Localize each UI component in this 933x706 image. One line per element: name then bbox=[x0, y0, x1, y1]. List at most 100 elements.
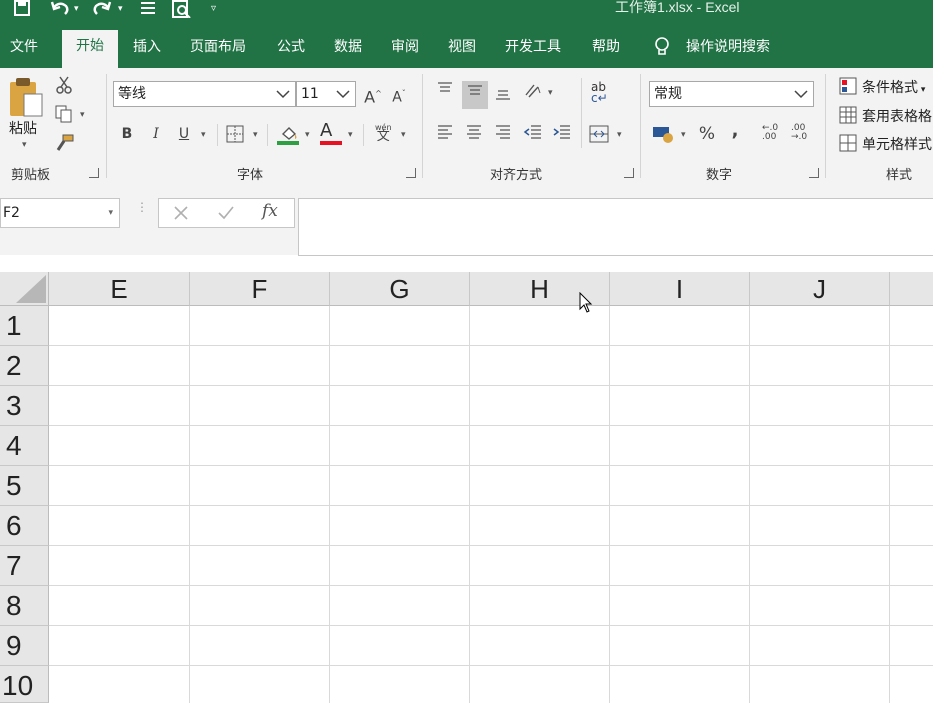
undo-dropdown-icon[interactable]: ▾ bbox=[74, 0, 79, 20]
tab-page-layout[interactable]: 页面布局 bbox=[190, 36, 246, 56]
font-launcher-icon[interactable] bbox=[406, 168, 416, 178]
shrink-font-button[interactable]: Aˇ bbox=[388, 83, 410, 106]
tab-home[interactable]: 开始 bbox=[62, 30, 118, 68]
comma-style-button[interactable]: , bbox=[724, 120, 746, 142]
redo-dropdown-icon[interactable]: ▾ bbox=[118, 0, 123, 20]
italic-button[interactable]: I bbox=[145, 123, 167, 145]
percent-button[interactable]: % bbox=[696, 123, 718, 145]
format-as-table-button[interactable]: 套用表格格 bbox=[862, 106, 932, 126]
clipboard-launcher-icon[interactable] bbox=[89, 168, 99, 178]
decrease-indent-icon[interactable] bbox=[522, 123, 544, 145]
row-header-10[interactable]: 10 bbox=[0, 666, 49, 703]
format-painter-icon[interactable] bbox=[55, 134, 75, 156]
formula-input[interactable] bbox=[298, 198, 933, 256]
number-format-combo[interactable]: 常规 bbox=[649, 81, 814, 107]
tab-insert[interactable]: 插入 bbox=[133, 36, 161, 56]
row-header-5[interactable]: 5 bbox=[0, 466, 49, 506]
top-align-icon[interactable] bbox=[434, 81, 456, 103]
phonetic-guide-button[interactable]: wén 文 bbox=[375, 123, 392, 143]
row-header-1[interactable]: 1 bbox=[0, 306, 49, 346]
align-center-icon[interactable] bbox=[463, 123, 485, 145]
row-header-8[interactable]: 8 bbox=[0, 586, 49, 626]
increase-decimal-button[interactable]: ←.0 .00 bbox=[762, 124, 782, 142]
copy-icon[interactable] bbox=[55, 105, 73, 127]
column-header-i[interactable]: I bbox=[610, 272, 750, 306]
align-left-icon[interactable] bbox=[434, 123, 456, 145]
number-launcher-icon[interactable] bbox=[809, 168, 819, 178]
column-header-e[interactable]: E bbox=[49, 272, 190, 306]
orientation-icon[interactable] bbox=[522, 81, 544, 103]
wrap-text-button[interactable]: ab c↵ bbox=[591, 81, 608, 104]
tab-data[interactable]: 数据 bbox=[334, 36, 362, 56]
tab-help[interactable]: 帮助 bbox=[592, 36, 620, 56]
font-size-combo[interactable]: 11 bbox=[296, 81, 356, 107]
copy-dropdown-icon[interactable]: ▾ bbox=[80, 110, 85, 120]
bold-button[interactable]: B bbox=[116, 123, 138, 145]
borders-dropdown-icon[interactable]: ▾ bbox=[253, 130, 258, 140]
paste-icon[interactable] bbox=[8, 76, 44, 124]
chevron-down-icon[interactable] bbox=[793, 82, 809, 114]
underline-button[interactable]: U bbox=[173, 123, 195, 145]
borders-icon[interactable] bbox=[226, 125, 244, 147]
grow-font-button[interactable]: A^ bbox=[362, 83, 384, 106]
row-header-6[interactable]: 6 bbox=[0, 506, 49, 546]
accounting-format-icon[interactable] bbox=[652, 124, 676, 148]
middle-align-icon[interactable] bbox=[462, 81, 488, 109]
customize-qat-icon[interactable]: ▿ bbox=[211, 0, 216, 20]
row-header-7[interactable]: 7 bbox=[0, 546, 49, 586]
merge-dropdown-icon[interactable]: ▾ bbox=[617, 130, 622, 140]
bottom-align-icon[interactable] bbox=[492, 83, 514, 105]
conditional-format-button[interactable]: 条件格式 ▾ bbox=[862, 77, 925, 97]
underline-dropdown-icon[interactable]: ▾ bbox=[201, 130, 206, 140]
cancel-icon[interactable] bbox=[173, 205, 189, 225]
formula-bar-grip-icon[interactable]: ⋮ bbox=[136, 201, 148, 213]
fill-color-dropdown-icon[interactable]: ▾ bbox=[305, 130, 310, 140]
insert-function-button[interactable]: fx bbox=[262, 201, 278, 221]
print-preview-icon[interactable] bbox=[172, 0, 192, 20]
paste-dropdown-icon[interactable]: ▾ bbox=[22, 140, 27, 150]
alignment-launcher-icon[interactable] bbox=[624, 168, 634, 178]
name-box-dropdown-icon[interactable]: ▾ bbox=[108, 199, 113, 227]
enter-icon[interactable] bbox=[217, 205, 235, 225]
undo-icon[interactable] bbox=[50, 0, 70, 20]
phonetic-dropdown-icon[interactable]: ▾ bbox=[401, 130, 406, 140]
tab-review[interactable]: 审阅 bbox=[391, 36, 419, 56]
tab-view[interactable]: 视图 bbox=[448, 36, 476, 56]
merge-center-icon[interactable] bbox=[589, 125, 609, 147]
chevron-down-icon[interactable] bbox=[275, 82, 291, 114]
format-as-table-icon[interactable] bbox=[839, 106, 857, 128]
font-color-dropdown-icon[interactable]: ▾ bbox=[348, 130, 353, 140]
decrease-decimal-button[interactable]: .00 →.0 bbox=[791, 124, 811, 142]
cell-styles-icon[interactable] bbox=[839, 134, 857, 156]
select-all-button[interactable] bbox=[0, 272, 49, 306]
orientation-dropdown-icon[interactable]: ▾ bbox=[548, 88, 553, 98]
accounting-dropdown-icon[interactable]: ▾ bbox=[681, 130, 686, 140]
save-icon[interactable] bbox=[14, 0, 30, 20]
tab-developer[interactable]: 开发工具 bbox=[505, 36, 561, 56]
font-color-button[interactable]: A bbox=[320, 120, 332, 141]
chevron-down-icon[interactable] bbox=[335, 82, 351, 114]
paste-label[interactable]: 粘贴 bbox=[9, 118, 37, 138]
redo-icon[interactable] bbox=[92, 0, 112, 20]
name-box[interactable]: F2 ▾ bbox=[0, 198, 120, 228]
fill-color-icon[interactable] bbox=[277, 122, 301, 150]
row-header-4[interactable]: 4 bbox=[0, 426, 49, 466]
form-icon[interactable] bbox=[140, 0, 156, 20]
align-right-icon[interactable] bbox=[492, 123, 514, 145]
row-header-3[interactable]: 3 bbox=[0, 386, 49, 426]
increase-indent-icon[interactable] bbox=[551, 123, 573, 145]
font-name-combo[interactable]: 等线 bbox=[113, 81, 296, 107]
tell-me-search[interactable]: 操作说明搜索 bbox=[686, 36, 770, 56]
column-header-g[interactable]: G bbox=[330, 272, 470, 306]
tab-file[interactable]: 文件 bbox=[10, 36, 38, 56]
column-header-f[interactable]: F bbox=[190, 272, 330, 306]
row-header-2[interactable]: 2 bbox=[0, 346, 49, 386]
conditional-format-icon[interactable] bbox=[839, 77, 857, 99]
cell-styles-button[interactable]: 单元格样式 bbox=[862, 134, 932, 154]
column-header-k[interactable] bbox=[890, 272, 933, 306]
cut-icon[interactable] bbox=[55, 76, 73, 98]
row-header-9[interactable]: 9 bbox=[0, 626, 49, 666]
worksheet-grid[interactable]: E F G H I J 1 2 3 4 5 6 7 8 9 10 bbox=[0, 272, 933, 703]
column-header-j[interactable]: J bbox=[750, 272, 890, 306]
tab-formulas[interactable]: 公式 bbox=[277, 36, 305, 56]
